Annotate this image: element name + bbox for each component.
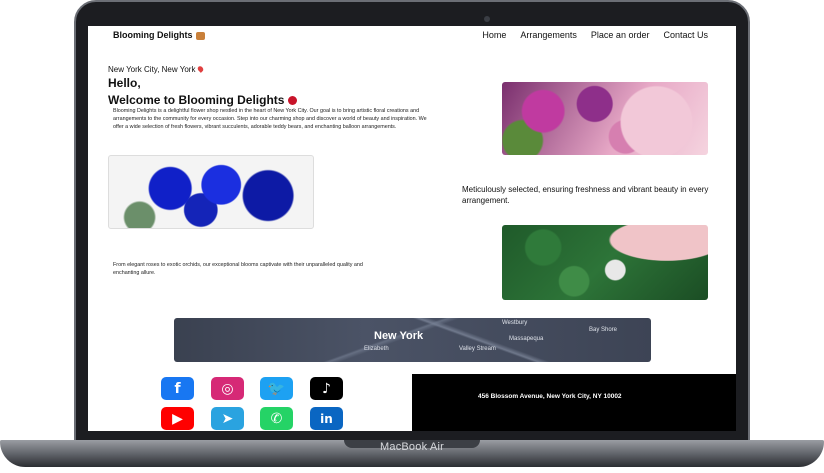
social-links: f ◎ 🐦 ♪ ▶ ➤ ✆ in	[88, 374, 412, 431]
camera-icon	[484, 16, 490, 22]
map-label-bay-shore: Bay Shore	[589, 327, 618, 333]
location-text: New York City, New York	[108, 65, 205, 74]
nav-place-order[interactable]: Place an order	[591, 30, 650, 40]
youtube-icon[interactable]: ▶	[161, 407, 194, 430]
pink-flowers-image	[502, 82, 708, 155]
welcome-text: Welcome to Blooming Delights	[108, 93, 285, 107]
linkedin-icon[interactable]: in	[310, 407, 343, 430]
facebook-icon[interactable]: f	[161, 377, 194, 400]
map-label-westbury: Westbury	[502, 320, 528, 326]
map-city-label: New York	[374, 330, 424, 342]
brand-name: Blooming Delights	[113, 30, 193, 40]
nav-arrangements[interactable]: Arrangements	[520, 30, 577, 40]
bouquet-on-greenery-image	[502, 225, 708, 300]
footer-address: 456 Blossom Avenue, New York City, NY 10…	[478, 393, 622, 400]
nav-contact-us[interactable]: Contact Us	[663, 30, 708, 40]
twitter-icon[interactable]: 🐦	[260, 377, 293, 400]
brand-logo[interactable]: Blooming Delights	[113, 30, 205, 40]
main-nav: Home Arrangements Place an order Contact…	[482, 30, 708, 40]
device-label: MacBook Air	[380, 441, 444, 453]
greeting-heading: Hello,	[108, 76, 141, 90]
flower-basket-icon	[195, 31, 205, 40]
browser-viewport: Blooming Delights Home Arrangements Plac…	[88, 26, 736, 431]
tiktok-icon[interactable]: ♪	[310, 377, 343, 400]
map-label-elizabeth: Elizabeth	[364, 346, 389, 352]
tagline-text: Meticulously selected, ensuring freshnes…	[462, 185, 709, 205]
map-label-massapequa: Massapequa	[509, 336, 544, 342]
pin-icon	[197, 65, 205, 73]
telegram-icon[interactable]: ➤	[211, 407, 244, 430]
nav-home[interactable]: Home	[482, 30, 506, 40]
map-label-valley-stream: Valley Stream	[459, 346, 496, 352]
rose-icon	[288, 96, 298, 106]
blue-roses-image	[108, 155, 314, 229]
location-label: New York City, New York	[108, 65, 196, 74]
instagram-icon[interactable]: ◎	[211, 377, 244, 400]
intro-paragraph: Blooming Delights is a delightful flower…	[113, 108, 427, 130]
location-map[interactable]: New York Westbury Bay Shore Massapequa V…	[174, 318, 651, 362]
blooms-paragraph: From elegant roses to exotic orchids, ou…	[113, 262, 363, 276]
site-footer: f ◎ 🐦 ♪ ▶ ➤ ✆ in 456 Blossom Avenue, New…	[88, 374, 736, 431]
welcome-heading: Welcome to Blooming Delights	[108, 93, 298, 107]
whatsapp-icon[interactable]: ✆	[260, 407, 293, 430]
